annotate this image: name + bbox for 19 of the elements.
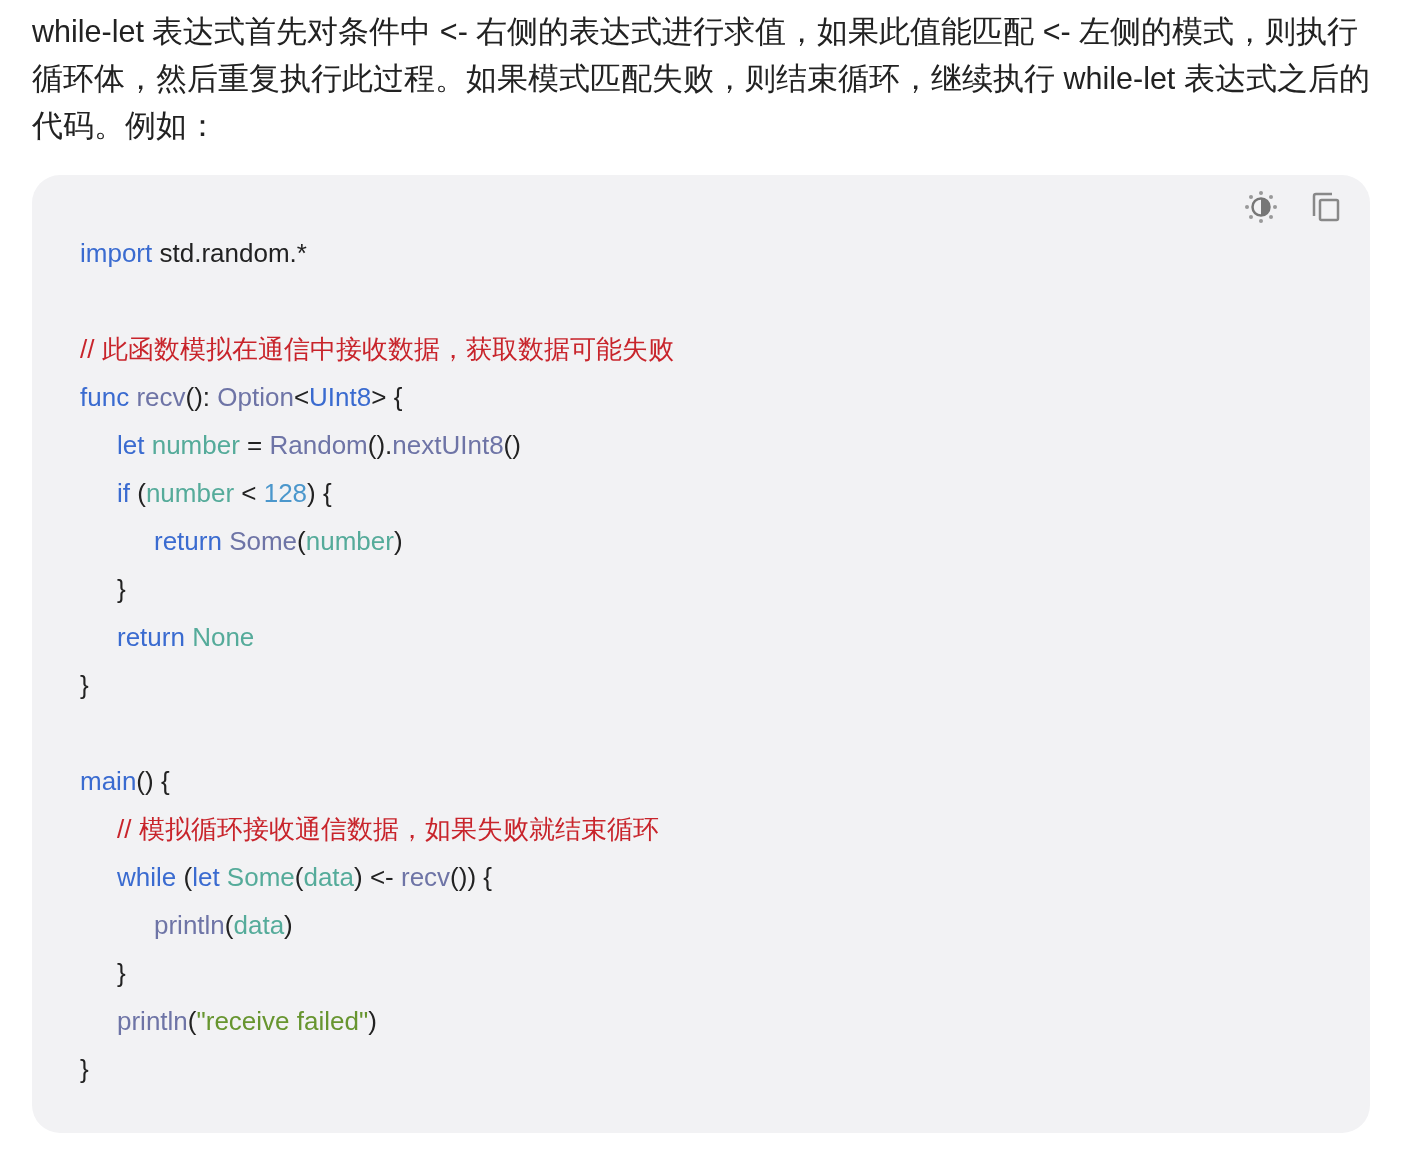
code-line: } bbox=[80, 670, 89, 700]
code-line: let number = Random().nextUInt8() bbox=[117, 430, 521, 460]
code-line: import std.random.* bbox=[80, 238, 307, 268]
code-line: if (number < 128) { bbox=[117, 478, 332, 508]
paragraph: while-let 表达式首先对条件中 <- 右侧的表达式进行求值，如果此值能匹配 <- 左侧的模式，则执行循环体，然后重复执行此过程。如果模式匹配失败，则结束循环，继续执行 while-let 表达式之后的代码。例如： bbox=[32, 13, 1371, 144]
code-line: println(data) bbox=[154, 910, 293, 940]
code-comment: // 模拟循环接收通信数据，如果失败就结束循环 bbox=[117, 814, 659, 844]
code-line: } bbox=[117, 958, 126, 988]
code-line: main() { bbox=[80, 766, 170, 796]
code-line: func recv(): Option<UInt8> { bbox=[80, 382, 403, 412]
code-line: } bbox=[117, 574, 126, 604]
copy-icon[interactable] bbox=[1312, 192, 1340, 222]
code-line: while (let Some(data) <- recv()) { bbox=[117, 862, 492, 892]
code-comment: // 此函数模拟在通信中接收数据，获取数据可能失败 bbox=[80, 334, 674, 364]
code-line: return Some(number) bbox=[154, 526, 403, 556]
code-line: return None bbox=[117, 622, 255, 652]
code-line: } bbox=[80, 1054, 89, 1084]
theme-toggle-icon[interactable] bbox=[1244, 190, 1278, 224]
code-line: println("receive failed") bbox=[117, 1006, 377, 1036]
